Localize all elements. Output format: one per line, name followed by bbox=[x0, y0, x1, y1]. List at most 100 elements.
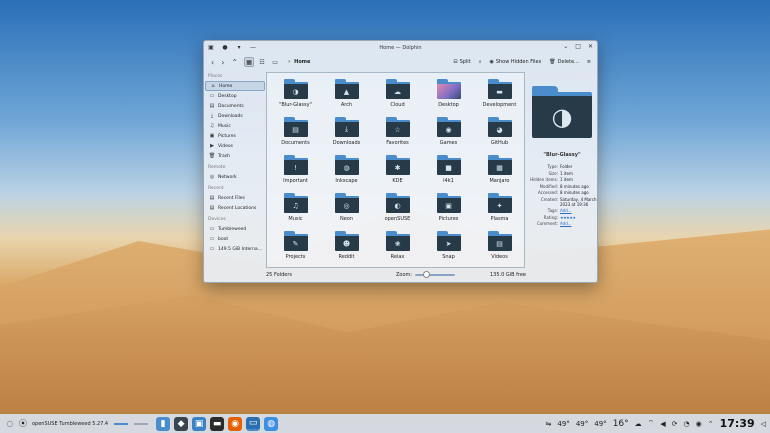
folder-item[interactable]: ✎ Projects bbox=[270, 231, 321, 269]
media-icon[interactable]: ◉ bbox=[696, 420, 702, 428]
folder-item[interactable]: ▬ Development bbox=[474, 79, 525, 117]
sidebar-item-videos[interactable]: ▶ Videos bbox=[205, 141, 265, 151]
sidebar-item-documents[interactable]: ▤ Documents bbox=[205, 101, 265, 111]
sidebar-item-network[interactable]: ◎ Network bbox=[205, 172, 265, 182]
opensuse-logo-icon[interactable]: ⦿ bbox=[17, 416, 29, 431]
compact-view-button[interactable]: ☷ bbox=[257, 57, 267, 67]
show-hidden-button[interactable]: ◉ Show Hidden Files bbox=[489, 59, 541, 65]
icons-view-button[interactable]: ▦ bbox=[244, 57, 255, 67]
folder-item[interactable]: ♫ Music bbox=[270, 193, 321, 231]
folder-label: openSUSE bbox=[384, 216, 411, 222]
folder-item[interactable]: ☆ Favorites bbox=[372, 117, 423, 155]
folder-label: Cloud bbox=[390, 102, 405, 108]
sidebar-item-149-5-gib-interna-[interactable]: ▭ 149.5 GiB Interna... bbox=[205, 244, 265, 254]
sidebar-item-boot[interactable]: ▭ boot bbox=[205, 234, 265, 244]
search-icon[interactable]: ⌕ bbox=[479, 59, 482, 65]
minus-icon[interactable]: — bbox=[249, 44, 257, 51]
folder-item[interactable]: ✱ KDE bbox=[372, 155, 423, 193]
update-icon[interactable]: ⟳ bbox=[672, 420, 678, 428]
details-view-button[interactable]: ▭ bbox=[270, 57, 280, 67]
folder-item[interactable]: ▲ Arch bbox=[321, 79, 372, 117]
folder-item[interactable]: ◑ "Blur-Glassy" bbox=[270, 79, 321, 117]
sidebar-item-tumbleweed[interactable]: ▭ Tumbleweed bbox=[205, 224, 265, 234]
folder-item[interactable]: ! Important bbox=[270, 155, 321, 193]
volume-bar[interactable] bbox=[114, 422, 129, 425]
desktop-menu-icon[interactable]: ◌ bbox=[3, 416, 17, 431]
menu-icon[interactable]: ≡ bbox=[587, 59, 591, 65]
chevron-down-icon[interactable]: ▾ bbox=[235, 44, 243, 51]
sidebar-item-music[interactable]: ♫ Music bbox=[205, 121, 265, 131]
pin-icon[interactable]: ● bbox=[221, 44, 229, 51]
zoom-control: Zoom: bbox=[396, 271, 456, 278]
brightness-bar[interactable] bbox=[134, 422, 149, 425]
dolphin-window[interactable]: ▣ ● ▾ — Home — Dolphin ⌄ □ ✕ ‹ › ⌃ ▦ ☷ ▭… bbox=[203, 40, 598, 283]
browser-icon[interactable]: ◍ bbox=[264, 416, 279, 431]
title-bar[interactable]: ▣ ● ▾ — Home — Dolphin ⌄ □ ✕ bbox=[204, 41, 597, 54]
sidebar-item-recent-files[interactable]: ▤ Recent Files bbox=[205, 193, 265, 203]
folder-item[interactable]: ◐ openSUSE bbox=[372, 193, 423, 231]
folder-item[interactable]: ◎ Neon bbox=[321, 193, 372, 231]
rating-value[interactable]: ★★★★★ bbox=[560, 215, 597, 220]
folder-item[interactable]: ⤓ Downloads bbox=[321, 117, 372, 155]
folder-item[interactable]: ▤ Videos bbox=[474, 231, 525, 269]
maximize-button[interactable]: □ bbox=[575, 43, 581, 50]
breadcrumb[interactable]: › Home bbox=[288, 59, 310, 65]
info-row: Created: Saturday, 4 March 2023 at 19:36 bbox=[527, 197, 597, 207]
folder-item[interactable]: ☁ Cloud bbox=[372, 79, 423, 117]
info-key: Type: bbox=[547, 164, 558, 169]
folder-item[interactable]: ❀ Relax bbox=[372, 231, 423, 269]
sidebar-item-trash[interactable]: 🗑 Trash bbox=[205, 151, 265, 161]
folder-item[interactable]: ◕ GitHub bbox=[474, 117, 525, 155]
folder-icon: ▣ bbox=[436, 193, 461, 213]
firefox-icon[interactable]: ◉ bbox=[228, 416, 243, 431]
cloud-icon[interactable]: ☁ bbox=[635, 420, 642, 428]
clipboard-icon[interactable]: ◔ bbox=[684, 420, 690, 428]
sidebar-item-label: boot bbox=[218, 236, 229, 242]
info-row: Type: Folder bbox=[527, 164, 597, 169]
comment-value[interactable]: Add... bbox=[560, 221, 597, 226]
close-button[interactable]: ✕ bbox=[588, 43, 593, 50]
file-view[interactable]: ◑ "Blur-Glassy" ▲ Arch ☁ Cloud Desktop ▬ Develop… bbox=[266, 72, 525, 268]
delete-button[interactable]: 🗑 Delete... bbox=[549, 59, 579, 65]
pager-icon[interactable]: ▮ bbox=[156, 416, 171, 431]
sidebar-item-pictures[interactable]: ▣ Pictures bbox=[205, 131, 265, 141]
app-icon[interactable]: ▣ bbox=[207, 44, 215, 51]
terminal-icon[interactable]: ▬ bbox=[210, 416, 225, 431]
zoom-slider-handle[interactable] bbox=[423, 271, 431, 278]
minimize-button[interactable]: ⌄ bbox=[563, 43, 568, 50]
split-button[interactable]: ⊟ Split bbox=[453, 59, 470, 65]
sidebar-item-home[interactable]: ⌂ Home bbox=[205, 81, 265, 91]
folder-item[interactable]: ◍ Inkscape bbox=[321, 155, 372, 193]
folder-item[interactable]: ■ l4k1 bbox=[423, 155, 474, 193]
wifi-icon[interactable]: ⌔ bbox=[648, 419, 655, 428]
folder-item[interactable]: ➤ Snap bbox=[423, 231, 474, 269]
breadcrumb-home[interactable]: Home bbox=[294, 59, 310, 65]
back-icon[interactable]: ‹ bbox=[211, 58, 214, 67]
sidebar-item-desktop[interactable]: ▭ Desktop bbox=[205, 91, 265, 101]
folder-item[interactable]: ✦ Plasma bbox=[474, 193, 525, 231]
tray-expand-icon[interactable]: ⌃ bbox=[708, 420, 714, 428]
folder-item[interactable]: ▤ Documents bbox=[270, 117, 321, 155]
sidebar-item-downloads[interactable]: ⤓ Downloads bbox=[205, 111, 265, 121]
info-value: 8 minutes ago bbox=[560, 190, 589, 195]
folder-item[interactable]: ▣ Pictures bbox=[423, 193, 474, 231]
forward-icon[interactable]: › bbox=[221, 58, 224, 67]
tags-value[interactable]: Add... bbox=[560, 208, 597, 213]
system-settings-icon[interactable]: ◆ bbox=[174, 416, 189, 431]
zoom-slider[interactable] bbox=[415, 271, 456, 278]
network-icon[interactable]: ⇋ bbox=[546, 420, 552, 428]
folder-item[interactable]: Desktop bbox=[423, 79, 474, 117]
info-key: Accessed: bbox=[537, 190, 558, 195]
folder-item[interactable]: ◉ Games bbox=[423, 117, 474, 155]
sidebar-item-recent-locations[interactable]: ▤ Recent Locations bbox=[205, 203, 265, 213]
audio-icon[interactable]: ◀ bbox=[660, 420, 665, 428]
discover-icon[interactable]: ▣ bbox=[192, 416, 207, 431]
folder-item[interactable]: ☻ Reddit bbox=[321, 231, 372, 269]
up-icon[interactable]: ⌃ bbox=[231, 58, 238, 67]
disk-temp: 49° bbox=[594, 419, 607, 428]
folder-item[interactable]: ▦ Manjaro bbox=[474, 155, 525, 193]
desktop-icon: ▭ bbox=[209, 93, 215, 99]
dolphin-icon[interactable]: ▭ bbox=[246, 416, 261, 431]
show-desktop-icon[interactable]: ◁ bbox=[761, 420, 766, 428]
clock[interactable]: 17:39 bbox=[720, 417, 755, 430]
